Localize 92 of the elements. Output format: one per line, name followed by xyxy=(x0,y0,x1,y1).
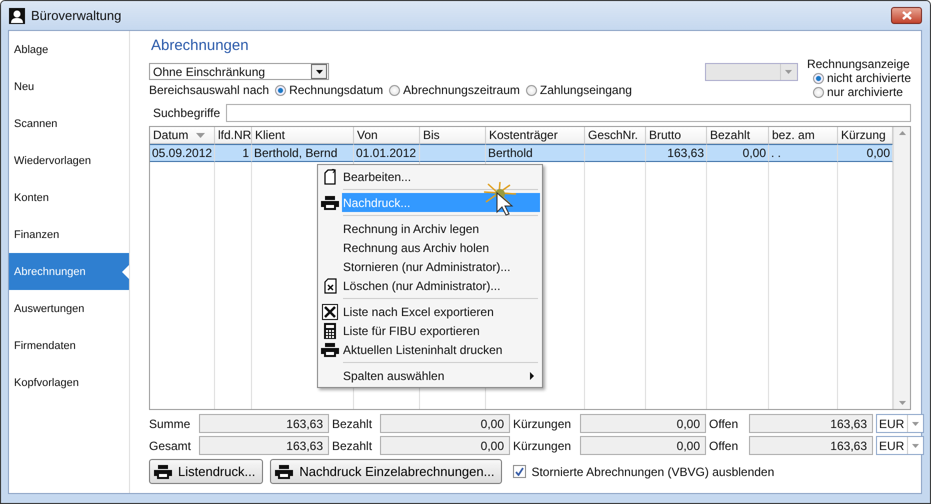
printer-icon xyxy=(321,342,339,356)
print-button[interactable]: Nachdruck Einzelabrechnungen... xyxy=(270,459,502,484)
calculator-icon xyxy=(324,322,336,338)
sidebar-item[interactable]: Scannen xyxy=(9,105,129,142)
currency-dropdown[interactable]: EUR xyxy=(876,436,924,455)
column-header[interactable]: GeschNr. xyxy=(585,127,646,144)
sidebar-item[interactable]: Neu xyxy=(9,68,129,105)
column-header[interactable]: Kostenträger xyxy=(486,127,585,144)
sidebar-item[interactable]: Firmendaten xyxy=(9,327,129,364)
column-header[interactable]: Kürzung xyxy=(838,127,893,144)
paid-field: 0,00 xyxy=(380,414,510,433)
table-cell: 163,63 xyxy=(646,144,707,162)
table-cell: 01.01.2012 xyxy=(354,144,420,162)
close-button[interactable] xyxy=(891,7,922,24)
sidebar-item[interactable]: Wiedervorlagen xyxy=(9,142,129,179)
table-cell: Berthold, Bernd xyxy=(252,144,354,162)
table-cell: Berthold xyxy=(486,144,585,162)
open-field: 163,63 xyxy=(749,414,873,433)
filter-dropdown[interactable]: Ohne Einschränkung xyxy=(149,63,329,80)
radio-option[interactable]: nicht archivierte xyxy=(812,71,911,85)
checkbox-label: Stornierte Abrechnungen (VBVG) ausblenden xyxy=(531,464,774,478)
sum-field: 163,63 xyxy=(199,414,329,433)
radio-option[interactable]: Abrechnungszeitraum xyxy=(389,83,520,97)
total-label: Gesamt xyxy=(149,438,192,452)
paid-label: Bezahlt xyxy=(332,438,374,452)
column-header[interactable]: Von xyxy=(354,127,420,144)
dropdown-arrow-icon xyxy=(316,70,322,74)
open-label: Offen xyxy=(709,438,740,452)
scroll-up-icon[interactable] xyxy=(898,131,906,135)
range-label: Bereichsauswahl nach xyxy=(149,83,270,97)
menu-item[interactable]: Bearbeiten... xyxy=(342,167,540,186)
deductions-field: 0,00 xyxy=(580,414,706,433)
paid-label: Bezahlt xyxy=(332,416,374,430)
page-title: Abrechnungen xyxy=(151,37,250,54)
deductions-label: Kürzungen xyxy=(513,416,572,430)
window-title: Büroverwaltung xyxy=(31,8,122,23)
excel-icon xyxy=(322,304,338,320)
menu-item[interactable]: Rechnung aus Archiv holen xyxy=(342,238,540,257)
radio-option[interactable]: nur archivierte xyxy=(812,85,911,99)
dropdown-arrow-icon[interactable] xyxy=(912,422,919,426)
printer-icon xyxy=(154,464,172,478)
column-header[interactable]: Klient xyxy=(252,127,354,144)
paid-field: 0,00 xyxy=(380,436,510,455)
check-icon xyxy=(515,467,524,476)
search-label: Suchbegriffe xyxy=(153,106,220,120)
menu-item[interactable]: Spalten auswählen xyxy=(342,366,540,385)
currency-dropdown[interactable]: EUR xyxy=(876,414,924,433)
column-header[interactable]: Datum xyxy=(150,127,215,144)
printer-icon xyxy=(275,464,294,478)
sum-field: 163,63 xyxy=(199,436,329,455)
column-header[interactable]: Bezahlt xyxy=(707,127,769,144)
column-header[interactable]: Brutto xyxy=(646,127,707,144)
column-header[interactable]: Bis xyxy=(420,127,486,144)
search-field[interactable] xyxy=(226,104,911,122)
total-label: Summe xyxy=(149,416,192,430)
sort-icon xyxy=(196,132,206,138)
table-cell: 0,00 xyxy=(838,144,893,162)
group-label: Rechnungsanzeige xyxy=(806,57,911,71)
table-cell: . . xyxy=(769,144,838,162)
sidebar-item[interactable]: Konten xyxy=(9,179,129,216)
radio-option[interactable]: Rechnungsdatum xyxy=(275,83,384,97)
dropdown-arrow-icon[interactable] xyxy=(912,444,919,448)
table-cell: 05.09.2012 xyxy=(150,144,215,162)
menu-item[interactable]: Löschen (nur Administrator)... xyxy=(342,276,540,295)
sidebar-item[interactable]: Finanzen xyxy=(9,216,129,253)
sidebar-item[interactable]: Kopfvorlagen xyxy=(9,364,129,401)
print-button[interactable]: Listendruck... xyxy=(149,459,264,484)
menu-item[interactable]: Rechnung in Archiv legen xyxy=(342,219,540,238)
person-icon xyxy=(9,8,25,24)
menu-item[interactable]: Aktuellen Listeninhalt drucken xyxy=(342,340,540,359)
column-header[interactable]: lfd.NR xyxy=(215,127,252,144)
delete-file-icon xyxy=(324,278,336,294)
checkbox[interactable] xyxy=(513,465,526,478)
sidebar-item[interactable]: Ablage xyxy=(9,31,129,68)
sidebar-item[interactable]: Auswertungen xyxy=(9,290,129,327)
table-cell: 1 xyxy=(215,144,252,162)
printer-icon xyxy=(321,196,339,210)
open-field: 163,63 xyxy=(749,436,873,455)
document-icon xyxy=(324,168,336,184)
sidebar-item[interactable]: Abrechnungen xyxy=(9,253,129,290)
column-header[interactable]: bez. am xyxy=(769,127,838,144)
menu-item[interactable]: Liste nach Excel exportieren xyxy=(342,302,540,321)
deductions-field: 0,00 xyxy=(580,436,706,455)
deductions-label: Kürzungen xyxy=(513,438,572,452)
submenu-arrow-icon xyxy=(530,372,534,380)
menu-item[interactable]: Liste für FIBU exportieren xyxy=(342,321,540,340)
radio-option[interactable]: Zahlungseingang xyxy=(526,83,632,97)
open-label: Offen xyxy=(709,416,740,430)
scroll-down-icon[interactable] xyxy=(898,401,906,405)
close-icon xyxy=(902,11,912,20)
table-cell: 0,00 xyxy=(707,144,769,162)
menu-item[interactable]: Stornieren (nur Administrator)... xyxy=(342,257,540,276)
